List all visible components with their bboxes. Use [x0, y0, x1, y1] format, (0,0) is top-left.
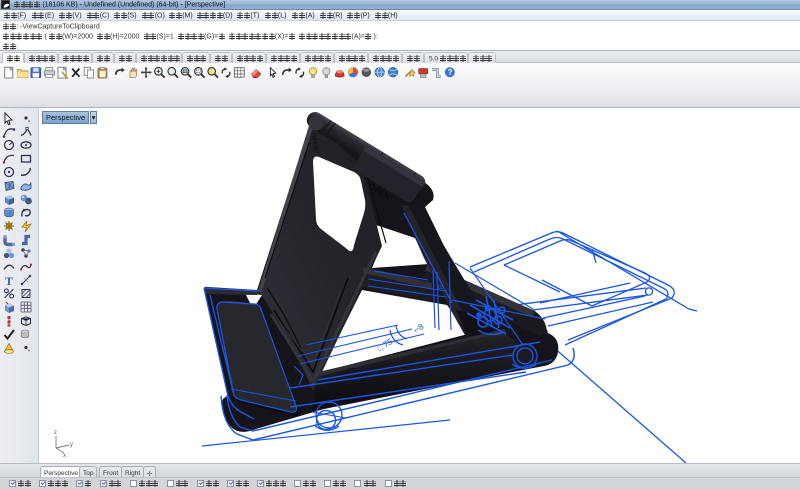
svg-text:T: T — [5, 274, 13, 288]
svg-text:x: x — [63, 453, 66, 459]
svg-text:y: y — [70, 442, 73, 448]
svg-text:z: z — [54, 430, 57, 436]
svg-text:?: ? — [448, 68, 453, 77]
